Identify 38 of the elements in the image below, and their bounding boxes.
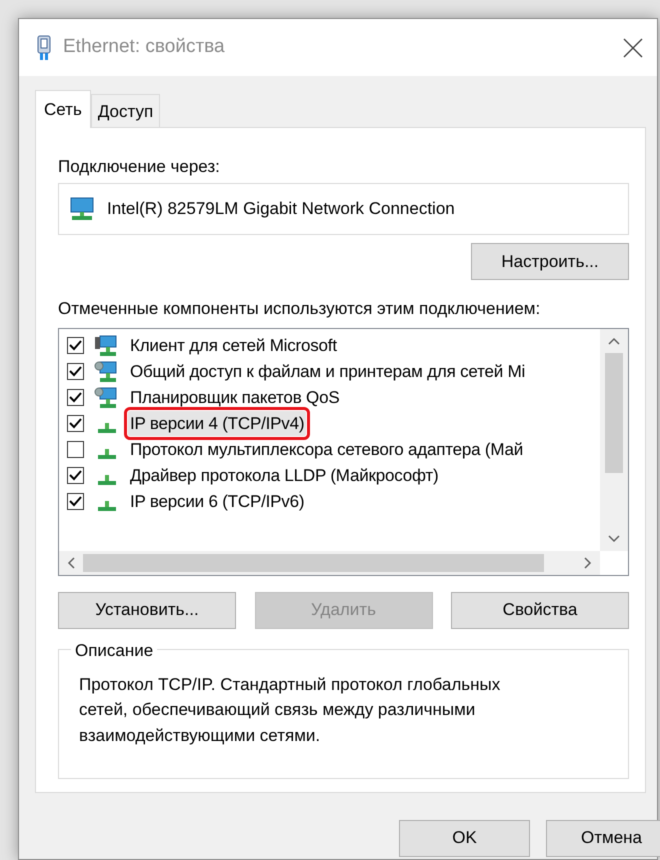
component-item[interactable]: IP версии 4 (TCP/IPv4) xyxy=(128,410,306,436)
component-item[interactable]: Планировщик пакетов QoS xyxy=(128,384,342,410)
window-title: Ethernet: свойства xyxy=(63,35,226,60)
scroll-up-icon[interactable] xyxy=(608,336,620,344)
component-item[interactable]: IP версии 6 (TCP/IPv6) xyxy=(128,488,306,514)
component-item[interactable]: Драйвер протокола LLDP (Майкрософт) xyxy=(128,462,440,488)
description-text: Протокол TCP/IP. Стандартный протокол глобальных сетей, обеспечивающий связь между различными взаимодействующими сетями. xyxy=(79,674,502,746)
protocol-icon xyxy=(98,500,116,510)
checkbox[interactable] xyxy=(67,467,84,484)
action-button[interactable]: Свойства xyxy=(451,592,629,628)
component-item[interactable]: Общий доступ к файлам и принтерам для сетей Mi xyxy=(128,358,528,384)
checkbox[interactable] xyxy=(67,415,84,432)
protocol-icon xyxy=(98,474,116,484)
components-label: Отмеченные компоненты используются этим подключением: xyxy=(58,298,542,320)
component-item[interactable]: Протокол мультиплексора сетевого адаптера (Май xyxy=(128,436,526,462)
close-icon[interactable] xyxy=(623,38,643,58)
tab[interactable]: Сеть xyxy=(35,90,91,128)
ethernet-plug-icon xyxy=(37,34,51,60)
checkbox[interactable] xyxy=(67,493,84,510)
checkbox[interactable] xyxy=(67,441,84,458)
action-button[interactable]: Установить... xyxy=(58,592,236,628)
scroll-left-icon[interactable] xyxy=(67,556,75,568)
configure-button[interactable]: Настроить... xyxy=(471,243,629,280)
connect-label: Подключение через: xyxy=(58,156,221,178)
horizontal-scrollbar[interactable] xyxy=(59,550,600,574)
adapter-name: Intel(R) 82579LM Gigabit Network Connection xyxy=(107,198,455,220)
scroll-right-icon[interactable] xyxy=(584,556,592,568)
dialog-button[interactable]: Отмена xyxy=(546,820,660,856)
checkbox[interactable] xyxy=(67,363,84,380)
tab[interactable]: Доступ xyxy=(90,94,160,126)
dialog-button[interactable]: OK xyxy=(399,820,530,856)
protocol-icon xyxy=(98,422,116,432)
checkbox[interactable] xyxy=(67,389,84,406)
component-item[interactable]: Клиент для сетей Microsoft xyxy=(128,332,339,358)
protocol-icon xyxy=(98,448,116,458)
checkbox[interactable] xyxy=(67,337,84,354)
scroll-down-icon[interactable] xyxy=(608,534,620,542)
vertical-scrollbar[interactable] xyxy=(600,328,628,550)
